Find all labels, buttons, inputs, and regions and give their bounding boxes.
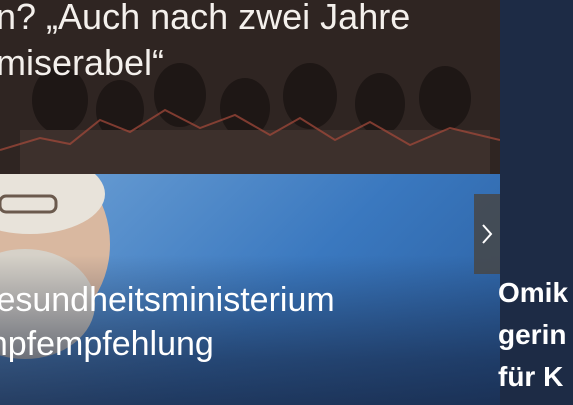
headline-line: gerin (498, 319, 567, 350)
story-tile-top[interactable]: n? „Auch nach zwei Jahre miserabel“ (0, 0, 500, 174)
story-headline[interactable]: Gesundheitsministerium Impfempfehlung (0, 278, 490, 366)
headline-line: Impfempfehlung (0, 325, 214, 363)
headline-line: Omik (498, 277, 569, 308)
story-headline[interactable]: n? „Auch nach zwei Jahre miserabel“ (0, 0, 500, 86)
chevron-right-icon (482, 224, 493, 244)
story-headline[interactable]: Omik gerin für K (498, 272, 573, 398)
carousel-next-button[interactable] (474, 194, 500, 274)
story-tile-bottom[interactable]: Gesundheitsministerium Impfempfehlung (0, 174, 500, 405)
headline-line: miserabel“ (0, 42, 165, 83)
headline-line: Gesundheitsministerium (0, 281, 335, 319)
headline-line: für K (498, 361, 564, 392)
headline-line: n? „Auch nach zwei Jahre (0, 0, 411, 37)
